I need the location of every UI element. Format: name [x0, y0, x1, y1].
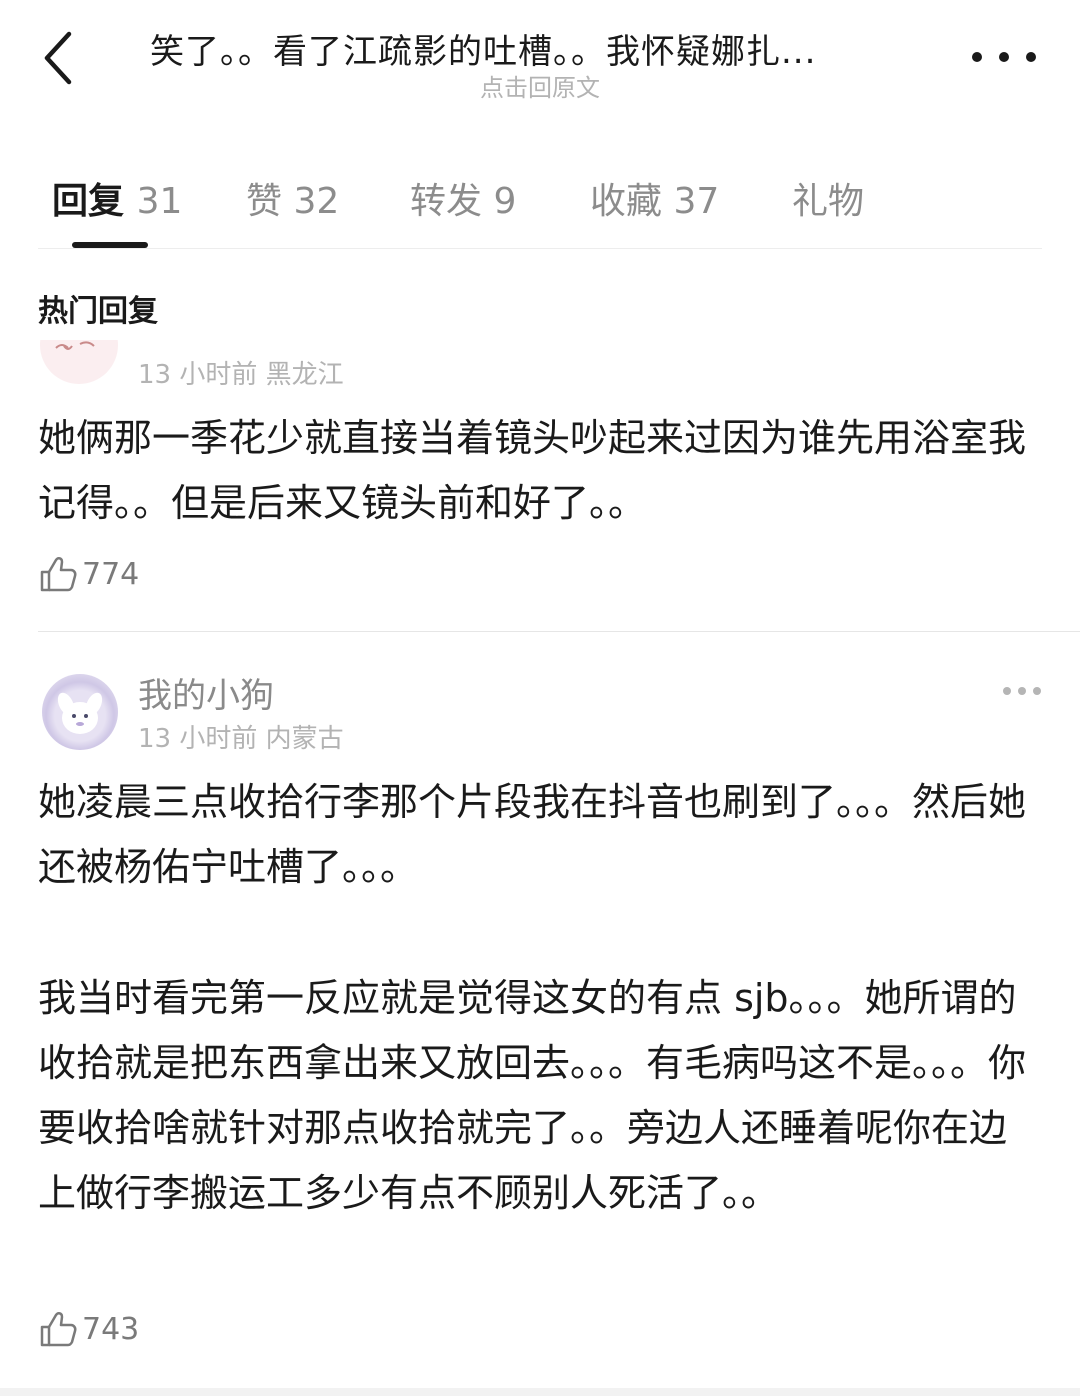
tab-favorites[interactable]: 收藏 37	[590, 172, 719, 224]
comment-text: 她俩那一季花少就直接当着镜头吵起来过因为谁先用浴室我记得。。但是后来又镜头前和好…	[38, 416, 1027, 525]
comment-meta: 13 小时前 黑龙江	[138, 360, 344, 390]
like-count: 774	[82, 556, 140, 592]
more-horizontal-icon	[972, 52, 982, 62]
comment-divider	[38, 631, 1080, 632]
comment-meta: 13 小时前 内蒙古	[138, 724, 344, 754]
comment-text: 我当时看完第一反应就是觉得这女的有点 sjb。。。她所谓的收拾就是把东西拿出来又…	[38, 976, 1027, 1215]
tab-likes[interactable]: 赞 32	[246, 172, 339, 224]
avatar[interactable]	[40, 340, 118, 384]
like-count: 743	[82, 1311, 140, 1347]
comment-text: 她凌晨三点收拾行李那个片段我在抖音也刷到了。。。然后她还被杨佑宁吐槽了。。。	[38, 780, 1027, 889]
more-horizontal-icon	[1003, 687, 1011, 695]
section-title: 热门回复	[38, 294, 158, 329]
tab-reposts[interactable]: 转发 9	[410, 172, 516, 224]
avatar[interactable]	[42, 674, 118, 750]
tab-replies[interactable]: 回复 31	[52, 172, 182, 224]
username[interactable]: 我的小狗	[138, 668, 274, 717]
more-options-button[interactable]	[972, 42, 1036, 72]
post-title: 笑了。。看了江疏影的吐槽。。我怀疑娜扎...	[150, 32, 817, 72]
comment-more-button[interactable]	[1003, 686, 1041, 696]
bottom-bar	[0, 1388, 1080, 1396]
like-button[interactable]: 774	[38, 552, 139, 596]
tabs-divider	[38, 248, 1042, 249]
thumbs-up-icon	[40, 1312, 77, 1347]
tab-gifts[interactable]: 礼物	[792, 172, 864, 224]
back-to-original-link[interactable]: 点击回原文	[0, 68, 1080, 103]
thumbs-up-icon	[40, 557, 77, 592]
like-button[interactable]: 743	[38, 1307, 139, 1351]
